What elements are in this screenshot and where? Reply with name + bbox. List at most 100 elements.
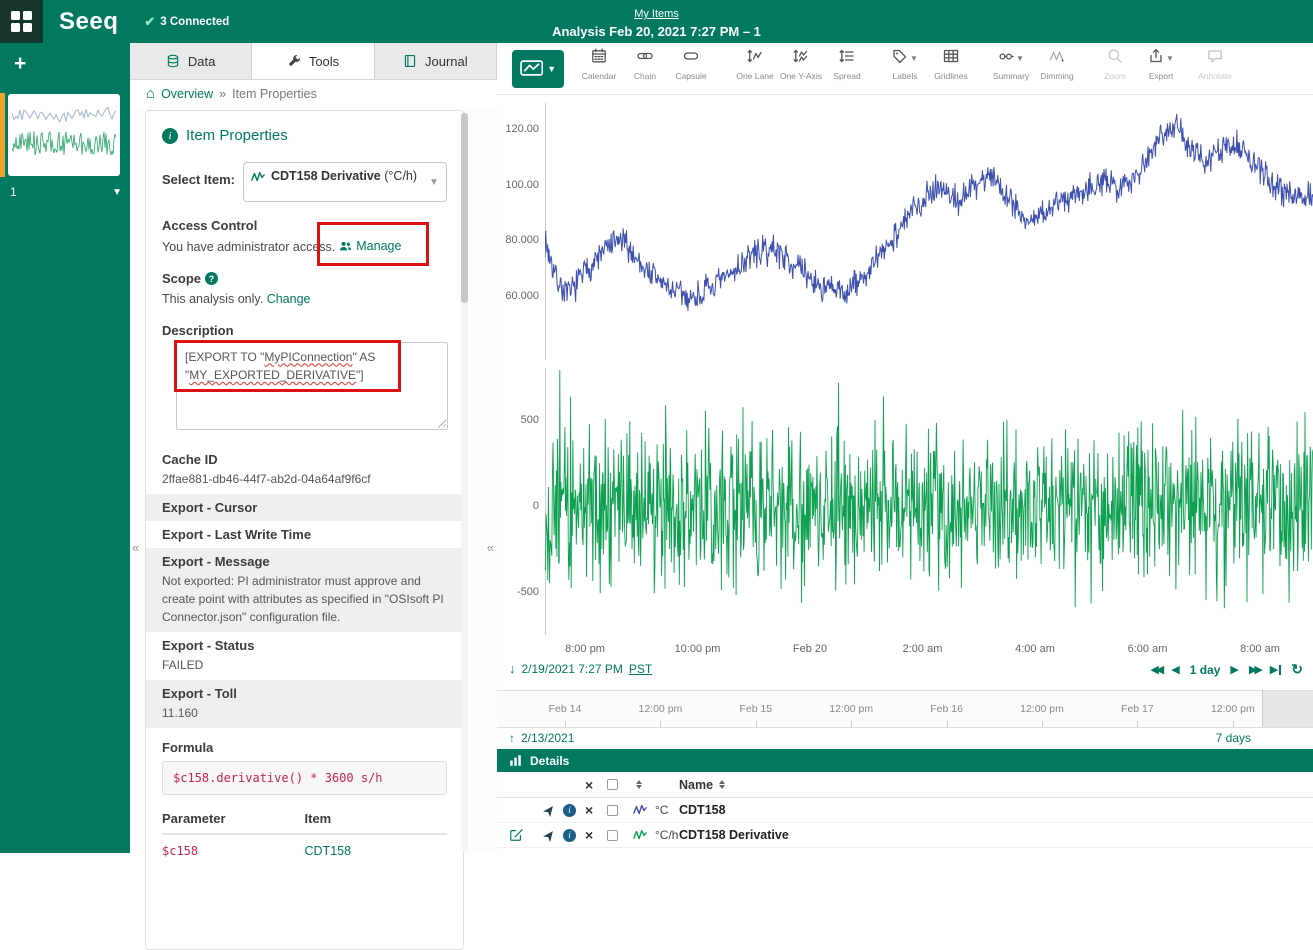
sort-icon <box>719 780 725 789</box>
textarea-resize-handle[interactable] <box>436 418 446 428</box>
chart-area[interactable]: 120.00100.0080.00060.0005000-500 <box>497 95 1313 640</box>
details-row-cdt158: i×°CCDT158 <box>497 798 1313 823</box>
timezone-link[interactable]: PST <box>629 662 652 676</box>
timeline-tick-mark <box>851 721 852 727</box>
remove-all-icon[interactable]: × <box>585 772 593 797</box>
panel-tabs: Data Tools Journal <box>130 43 497 80</box>
capsule-icon <box>683 48 699 67</box>
annotation-highlight-description <box>174 340 401 392</box>
parameter-table-header: Parameter Item <box>162 811 447 835</box>
remove-icon[interactable]: × <box>585 798 593 822</box>
y-axis-tick: 80.000 <box>497 233 539 247</box>
sort-icon[interactable] <box>636 772 642 797</box>
step-forward-icon[interactable]: ▶ <box>1230 663 1238 676</box>
details-table: × Name i×°CCDT158i×°C/hCDT158 Derivative <box>497 772 1313 853</box>
description-textarea[interactable]: [EXPORT TO "MyPIConnection" AS "MY_EXPOR… <box>176 342 448 430</box>
row-checkbox[interactable] <box>607 798 618 822</box>
topbar: Seeq ✔ 3 Connected My Items Analysis Feb… <box>0 0 1313 43</box>
investigate-duration[interactable]: 7 days <box>1216 731 1251 745</box>
question-icon[interactable]: ? <box>205 272 218 285</box>
up-arrow-icon: ↑ <box>509 731 515 745</box>
tab-journal[interactable]: Journal <box>375 43 497 79</box>
chevron-down-icon[interactable]: ▼ <box>112 187 122 198</box>
breadcrumb-overview[interactable]: Overview <box>161 87 213 101</box>
toolbar-labels-button[interactable]: ▼Labels <box>882 49 928 81</box>
step-back-icon[interactable]: ◀ <box>1171 663 1179 676</box>
info-icon[interactable]: i <box>563 823 576 847</box>
toolbar-chain-button[interactable]: Chain <box>622 49 668 81</box>
toolbar-capsule-button[interactable]: Capsule <box>668 49 714 81</box>
lane-cdt158-derivative <box>545 368 1313 635</box>
investigate-timeline[interactable]: Feb 1412:00 pmFeb 1512:00 pmFeb 1612:00 … <box>497 690 1313 728</box>
info-icon: i <box>162 128 178 144</box>
toolbar-one-lane-button[interactable]: One Lane <box>732 49 778 81</box>
trend-toolbar: ▼ CalendarChainCapsule One LaneOne Y-Axis… <box>497 43 1313 95</box>
name-column-header[interactable]: Name <box>679 772 725 797</box>
worksheet-row[interactable]: 1 ▼ <box>10 185 122 199</box>
cursor-arrow-icon[interactable] <box>543 798 556 822</box>
toolbar-zoom-button: Zoom <box>1092 49 1138 81</box>
item-name[interactable]: CDT158 <box>679 798 726 822</box>
manage-access-link[interactable]: Manage <box>356 237 401 256</box>
investigate-range-bar: ↑ 2/13/2021 7 days <box>497 731 1313 749</box>
breadcrumb: ⌂ Overview » Item Properties <box>130 80 497 107</box>
home-icon[interactable]: ⌂ <box>146 85 155 102</box>
scope-change-link[interactable]: Change <box>267 292 311 306</box>
auto-update-icon[interactable]: ↻ <box>1291 661 1303 678</box>
item-select[interactable]: CDT158 Derivative (°C/h) ▼ <box>243 162 447 202</box>
row-checkbox[interactable] <box>607 823 618 847</box>
select-all-checkbox[interactable] <box>607 772 618 797</box>
info-icon[interactable]: i <box>563 798 576 822</box>
toolbar-one-y-axis-button[interactable]: One Y-Axis <box>778 49 824 81</box>
step-to-now-icon[interactable]: ▶ <box>1270 663 1281 676</box>
display-range-start[interactable]: ↓ 2/19/2021 7:27 PM PST <box>509 661 652 676</box>
collapse-panel-handle[interactable]: « <box>487 540 494 555</box>
step-forward-full-icon[interactable]: ▶▶ <box>1249 663 1260 676</box>
range-duration[interactable]: 1 day <box>1190 663 1221 677</box>
cursor-arrow-icon[interactable] <box>543 823 556 847</box>
step-back-full-icon[interactable]: ◀◀ <box>1150 663 1161 676</box>
toolbar-export-button[interactable]: ▼Export <box>1138 49 1184 81</box>
export-icon <box>1148 48 1164 67</box>
timeline-tick-mark <box>947 721 948 727</box>
access-control-label: Access Control <box>162 218 447 233</box>
timeline-selected-range[interactable] <box>1262 691 1313 727</box>
toolbar-summary-button[interactable]: ▼Summary <box>988 49 1034 81</box>
toolbar-gridlines-button[interactable]: Gridlines <box>928 49 974 81</box>
toolbar-annotate-button: Annotate <box>1192 49 1238 81</box>
parameter-row: $c158 CDT158 <box>162 835 447 858</box>
investigate-start[interactable]: ↑ 2/13/2021 <box>509 731 574 745</box>
my-items-link[interactable]: My Items <box>634 8 679 20</box>
timeline-tick-label: Feb 15 <box>739 703 772 715</box>
formula-label: Formula <box>162 740 447 755</box>
parameter-item-link[interactable]: CDT158 <box>305 844 448 858</box>
tab-tools[interactable]: Tools <box>252 43 374 79</box>
timeline-tick-label: 12:00 pm <box>1020 703 1064 715</box>
one-yaxis-icon <box>793 48 809 67</box>
timeline-tick-mark <box>1233 721 1234 727</box>
lane-cdt158 <box>545 95 1313 360</box>
details-row-cdt158-derivative: i×°C/hCDT158 Derivative <box>497 823 1313 848</box>
property-export-toll: Export - Toll11.160 <box>146 680 463 728</box>
item-name[interactable]: CDT158 Derivative <box>679 823 789 847</box>
collapse-rail-handle[interactable]: « <box>132 540 139 555</box>
caret-down-icon: ▼ <box>547 64 556 74</box>
misspelled-word: MyPIConnection <box>264 350 352 364</box>
worksheet-thumbnail[interactable] <box>8 94 120 176</box>
panel-scrollbar[interactable] <box>461 113 468 851</box>
y-axis-tick: 100.00 <box>497 178 539 192</box>
view-mode-dropdown[interactable]: ▼ <box>512 50 564 88</box>
scrollbar-thumb[interactable] <box>461 113 468 303</box>
trend-icon <box>520 59 543 80</box>
toolbar-calendar-button[interactable]: Calendar <box>576 49 622 81</box>
edit-formula-icon[interactable] <box>509 823 523 847</box>
toolbar-spread-button[interactable]: Spread <box>824 49 870 81</box>
toolbar-dimming-button[interactable]: Dimming <box>1034 49 1080 81</box>
transport-controls: ◀◀ ◀ 1 day ▶ ▶▶ ▶ ↻ <box>1150 661 1303 678</box>
details-panel-header[interactable]: Details <box>497 749 1313 772</box>
y-axis-tick: 0 <box>497 499 539 513</box>
remove-icon[interactable]: × <box>585 823 593 847</box>
tab-data[interactable]: Data <box>130 43 252 79</box>
add-worksheet-button[interactable]: + <box>14 52 34 76</box>
summary-icon <box>998 48 1014 67</box>
